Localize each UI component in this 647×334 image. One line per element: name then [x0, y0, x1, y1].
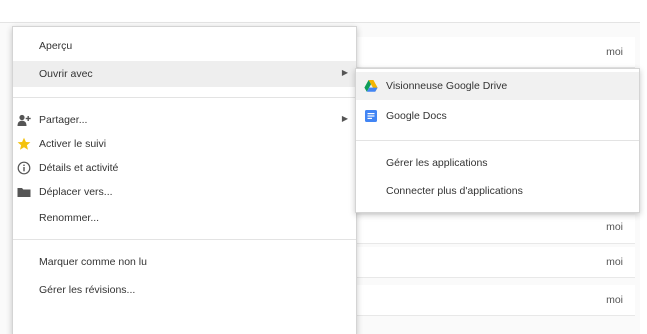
file-owner: moi [606, 256, 623, 268]
info-icon [17, 161, 31, 175]
menu-item-open-with[interactable]: Ouvrir avec ▶ [13, 61, 356, 87]
menu-item-label: Aperçu [39, 40, 73, 52]
file-row[interactable]: moi [352, 285, 635, 316]
drive-screen: moi moi moi moi Aperçu Ouvrir avec ▶ Par… [0, 0, 647, 334]
google-drive-icon [364, 79, 378, 93]
menu-item-mark-unread[interactable]: Marquer comme non lu [13, 249, 356, 275]
file-row[interactable]: moi [352, 37, 635, 68]
menu-item-label: Partager... [39, 114, 88, 126]
menu-item-rename[interactable]: Renommer... [13, 205, 356, 231]
menu-item-label: Ouvrir avec [39, 68, 93, 80]
file-owner: moi [606, 46, 623, 58]
menu-item-preview[interactable]: Aperçu [13, 33, 356, 59]
share-person-icon [17, 113, 31, 127]
context-menu: Aperçu Ouvrir avec ▶ Partager... ▶ Activ… [12, 26, 357, 334]
submenu-item-label: Gérer les applications [386, 157, 488, 169]
file-owner: moi [606, 221, 623, 233]
submenu-item-drive-viewer[interactable]: Visionneuse Google Drive [356, 72, 639, 100]
submenu-divider [356, 140, 639, 141]
file-row[interactable]: moi [352, 215, 635, 244]
folder-icon [17, 185, 31, 199]
menu-item-details[interactable]: Détails et activité [13, 155, 356, 181]
menu-divider [13, 239, 356, 240]
open-with-submenu: Visionneuse Google Drive Google Docs Gér… [355, 68, 640, 213]
menu-item-move[interactable]: Déplacer vers... [13, 179, 356, 205]
menu-item-follow[interactable]: Activer le suivi [13, 131, 356, 157]
submenu-item-label: Visionneuse Google Drive [386, 80, 508, 92]
menu-item-label: Détails et activité [39, 162, 119, 174]
file-owner: moi [606, 294, 623, 306]
menu-item-label: Activer le suivi [39, 138, 107, 150]
menu-item-label: Gérer les révisions... [39, 284, 136, 296]
submenu-item-label: Connecter plus d'applications [386, 185, 523, 197]
file-row[interactable]: moi [352, 247, 635, 278]
submenu-arrow-icon: ▶ [341, 68, 348, 77]
menu-item-label: Déplacer vers... [39, 186, 113, 198]
submenu-item-label: Google Docs [386, 110, 447, 122]
submenu-item-connect-apps[interactable]: Connecter plus d'applications [356, 177, 639, 205]
submenu-item-manage-apps[interactable]: Gérer les applications [356, 149, 639, 177]
menu-item-share[interactable]: Partager... ▶ [13, 107, 356, 133]
submenu-arrow-icon: ▶ [341, 114, 348, 123]
star-icon [17, 137, 31, 151]
menu-item-label: Marquer comme non lu [39, 256, 147, 268]
google-docs-icon [364, 109, 378, 123]
menu-divider [13, 97, 356, 98]
submenu-item-google-docs[interactable]: Google Docs [356, 102, 639, 130]
menu-item-manage-revisions[interactable]: Gérer les révisions... [13, 277, 356, 303]
menu-item-label: Renommer... [39, 212, 100, 224]
